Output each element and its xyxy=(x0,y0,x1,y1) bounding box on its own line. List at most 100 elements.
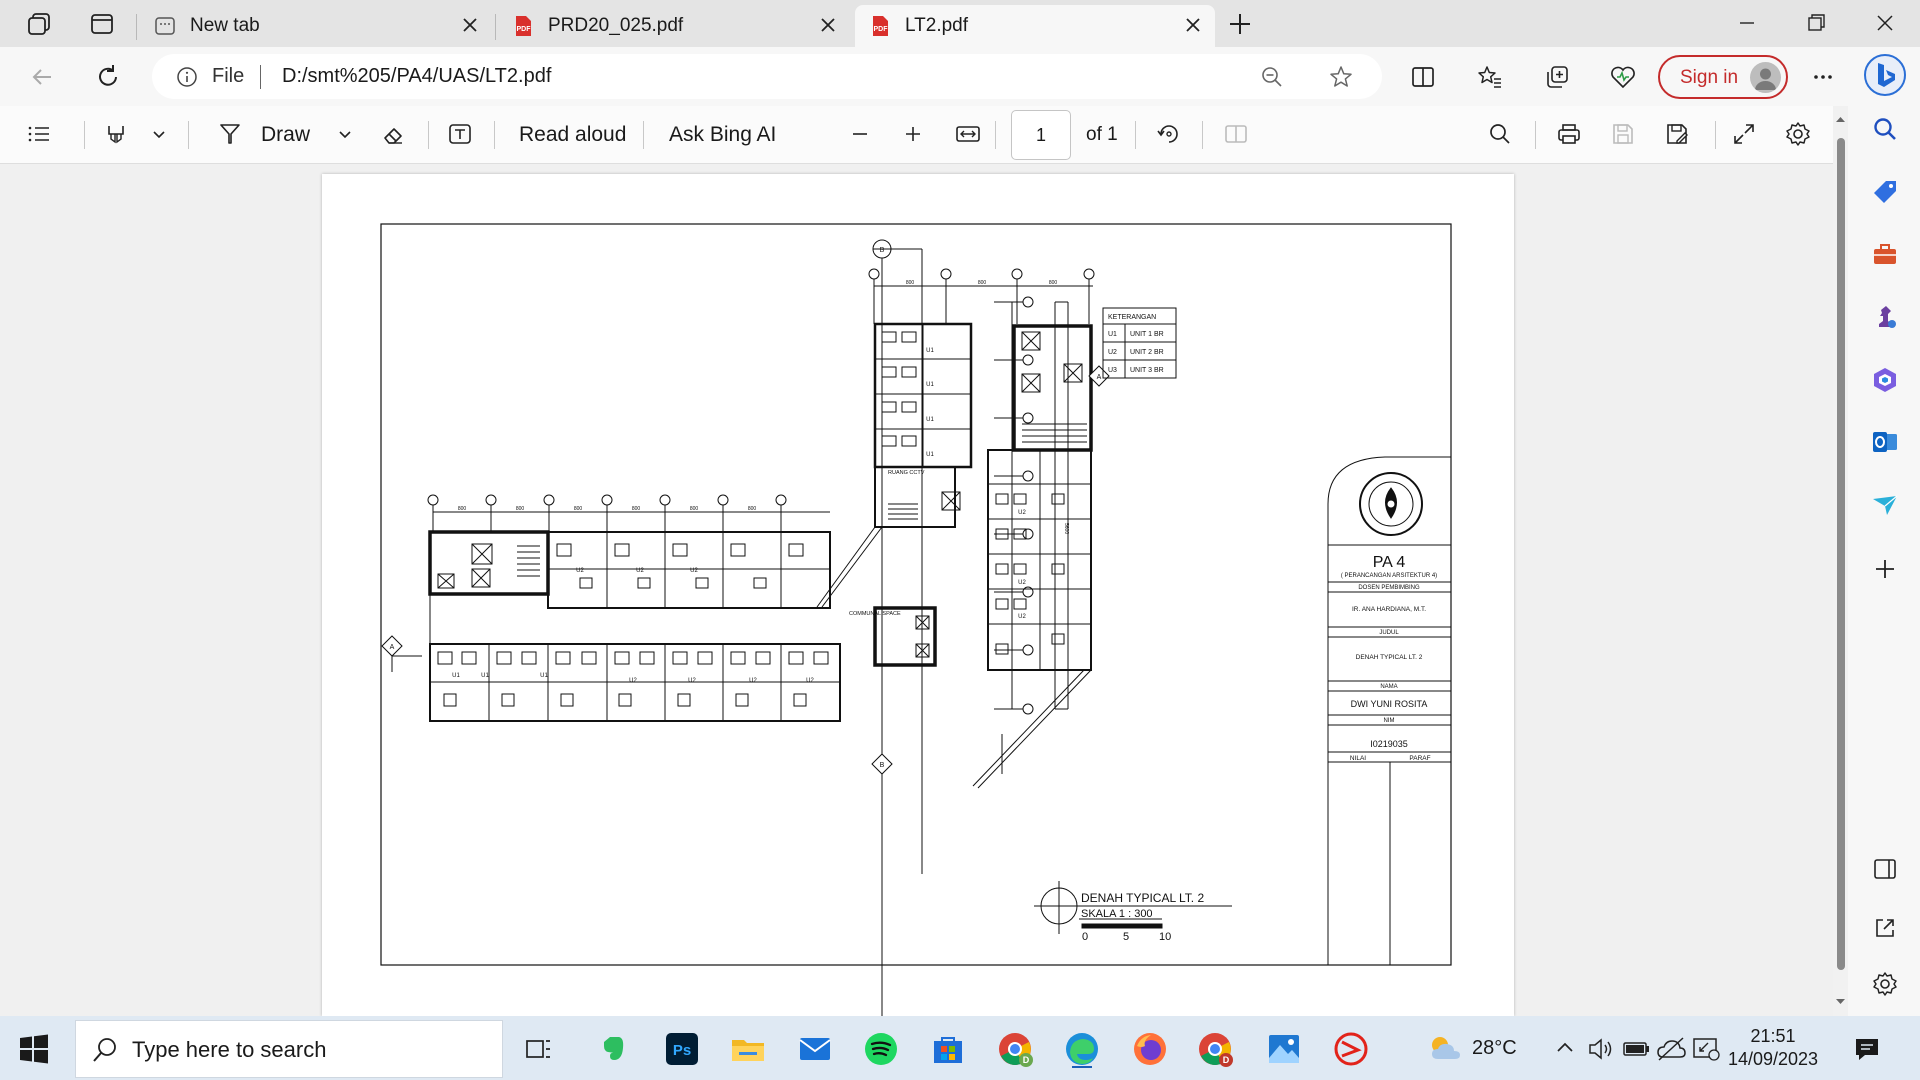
zoom-out-icon[interactable] xyxy=(1260,65,1284,89)
more-options-icon[interactable] xyxy=(1808,62,1838,92)
ask-bing-ai-button[interactable]: Ask Bing AI xyxy=(669,123,776,147)
spotify-icon[interactable] xyxy=(862,1030,900,1068)
scheme-label: File xyxy=(212,65,245,87)
taskbar-search-box[interactable]: Type here to search xyxy=(75,1020,503,1078)
close-icon[interactable] xyxy=(460,15,480,35)
contents-list-icon[interactable] xyxy=(25,120,53,148)
tab-lt2-pdf[interactable]: PDF LT2.pdf xyxy=(855,5,1215,47)
plan-scale: SKALA 1 : 300 xyxy=(1081,908,1153,920)
new-tab-icon xyxy=(155,17,175,35)
section-marker-b-prime: B xyxy=(880,247,885,254)
hide-sidebar-icon[interactable] xyxy=(1870,854,1900,884)
search-icon[interactable] xyxy=(1870,114,1900,144)
system-clock[interactable]: 21:51 14/09/2023 xyxy=(1718,1025,1828,1071)
close-window-icon[interactable] xyxy=(1870,8,1900,38)
sign-in-button[interactable]: Sign in xyxy=(1658,55,1788,99)
url-text[interactable]: D:/smt%205/PA4/UAS/LT2.pdf xyxy=(282,65,551,88)
tools-briefcase-icon[interactable] xyxy=(1870,240,1900,270)
vertical-scrollbar[interactable] xyxy=(1833,106,1848,1016)
zoom-out-minus-icon[interactable] xyxy=(846,120,874,148)
eraser-icon[interactable] xyxy=(379,120,407,148)
full-screen-icon[interactable] xyxy=(1730,120,1758,148)
workspaces-icon[interactable] xyxy=(24,9,54,39)
read-aloud-button[interactable]: Read aloud xyxy=(519,123,626,147)
page-total: of 1 xyxy=(1086,124,1118,145)
onedrive-cloud-icon[interactable] xyxy=(1655,1033,1687,1065)
unit-tag: U2 xyxy=(1018,614,1026,620)
draw-pen-icon[interactable] xyxy=(216,120,244,148)
split-screen-icon[interactable] xyxy=(1408,62,1438,92)
clock-time: 21:51 xyxy=(1750,1026,1796,1046)
edge-browser-icon[interactable] xyxy=(1063,1030,1101,1068)
microsoft-store-icon[interactable] xyxy=(929,1030,967,1068)
battery-icon[interactable] xyxy=(1620,1033,1652,1065)
favorite-star-icon[interactable] xyxy=(1328,64,1354,90)
volume-icon[interactable] xyxy=(1585,1033,1617,1065)
firefox-icon[interactable] xyxy=(1131,1030,1169,1068)
add-sidebar-app-icon[interactable] xyxy=(1870,554,1900,584)
new-tab-plus-icon[interactable] xyxy=(1225,9,1255,39)
restore-icon[interactable] xyxy=(1801,8,1831,38)
room-label-cctv: RUANG CCTV xyxy=(888,470,925,476)
shopping-tag-icon[interactable] xyxy=(1870,177,1900,207)
highlight-icon[interactable] xyxy=(102,120,130,148)
tab-new-tab[interactable]: New tab xyxy=(140,5,492,47)
save-icon[interactable] xyxy=(1609,120,1637,148)
add-text-icon[interactable] xyxy=(446,120,474,148)
file-explorer-icon[interactable] xyxy=(729,1030,767,1068)
chevron-down-icon[interactable] xyxy=(331,120,359,148)
minimize-icon[interactable] xyxy=(1732,8,1762,38)
evernote-icon[interactable] xyxy=(594,1030,632,1068)
print-icon[interactable] xyxy=(1555,120,1583,148)
chevron-down-icon[interactable] xyxy=(145,120,173,148)
open-external-icon[interactable] xyxy=(1870,913,1900,943)
browser-essentials-icon[interactable] xyxy=(1608,62,1638,92)
search-placeholder: Type here to search xyxy=(132,1037,327,1062)
rotate-icon[interactable] xyxy=(1155,120,1183,148)
save-as-icon[interactable] xyxy=(1663,120,1691,148)
chrome-profile-d-icon[interactable]: D xyxy=(996,1030,1034,1068)
bing-chat-icon[interactable] xyxy=(1863,53,1907,97)
refresh-icon[interactable] xyxy=(93,62,123,92)
favorites-icon[interactable] xyxy=(1475,62,1505,92)
settings-gear-icon[interactable] xyxy=(1784,120,1812,148)
fit-to-width-icon[interactable] xyxy=(954,120,982,148)
microsoft-365-icon[interactable] xyxy=(1870,365,1900,395)
sidebar-settings-icon[interactable] xyxy=(1870,969,1900,999)
task-view-icon[interactable] xyxy=(520,1030,558,1068)
draw-button[interactable]: Draw xyxy=(261,123,310,147)
photos-icon[interactable] xyxy=(1265,1030,1303,1068)
autodesk-app-icon[interactable] xyxy=(1332,1030,1370,1068)
games-chess-icon[interactable] xyxy=(1870,302,1900,332)
page-view-icon[interactable] xyxy=(1222,120,1250,148)
weather-partly-sunny-icon[interactable] xyxy=(1424,1029,1466,1067)
notifications-icon[interactable] xyxy=(1852,1034,1882,1064)
pdf-viewer[interactable]: A A B B 800 800 800 800 800 800 800 800 … xyxy=(0,164,1833,1054)
chevron-up-icon[interactable] xyxy=(1551,1034,1579,1062)
page-number-input[interactable]: 1 xyxy=(1011,110,1071,160)
scroll-down-icon[interactable] xyxy=(1835,996,1846,1007)
student-nim: I0219035 xyxy=(1370,739,1408,749)
search-icon[interactable] xyxy=(1486,120,1514,148)
close-icon[interactable] xyxy=(818,15,838,35)
close-icon[interactable] xyxy=(1183,15,1203,35)
address-bar[interactable]: File D:/smt%205/PA4/UAS/LT2.pdf xyxy=(152,54,1382,99)
send-drop-icon[interactable] xyxy=(1870,490,1900,520)
chrome-profile-d-icon[interactable]: D xyxy=(1196,1030,1234,1068)
windows-start-icon[interactable] xyxy=(17,1032,51,1066)
vertical-tabs-icon[interactable] xyxy=(87,9,117,39)
photoshop-icon[interactable]: Ps xyxy=(663,1030,701,1068)
scrollbar-thumb[interactable] xyxy=(1837,138,1845,970)
plan-title: DENAH TYPICAL LT. 2 xyxy=(1081,891,1204,905)
back-icon[interactable] xyxy=(27,62,57,92)
section-marker-a-prime: A xyxy=(1097,374,1102,381)
mail-icon[interactable] xyxy=(796,1030,834,1068)
edge-sidebar xyxy=(1848,47,1920,1016)
scroll-up-icon[interactable] xyxy=(1835,114,1846,125)
info-icon[interactable] xyxy=(176,66,198,88)
zoom-in-plus-icon[interactable] xyxy=(899,120,927,148)
collections-icon[interactable] xyxy=(1542,62,1572,92)
tab-prd20-pdf[interactable]: PDF PRD20_025.pdf xyxy=(498,5,850,47)
navigation-bar: File D:/smt%205/PA4/UAS/LT2.pdf Sign in xyxy=(0,47,1920,106)
outlook-icon[interactable] xyxy=(1870,427,1900,457)
